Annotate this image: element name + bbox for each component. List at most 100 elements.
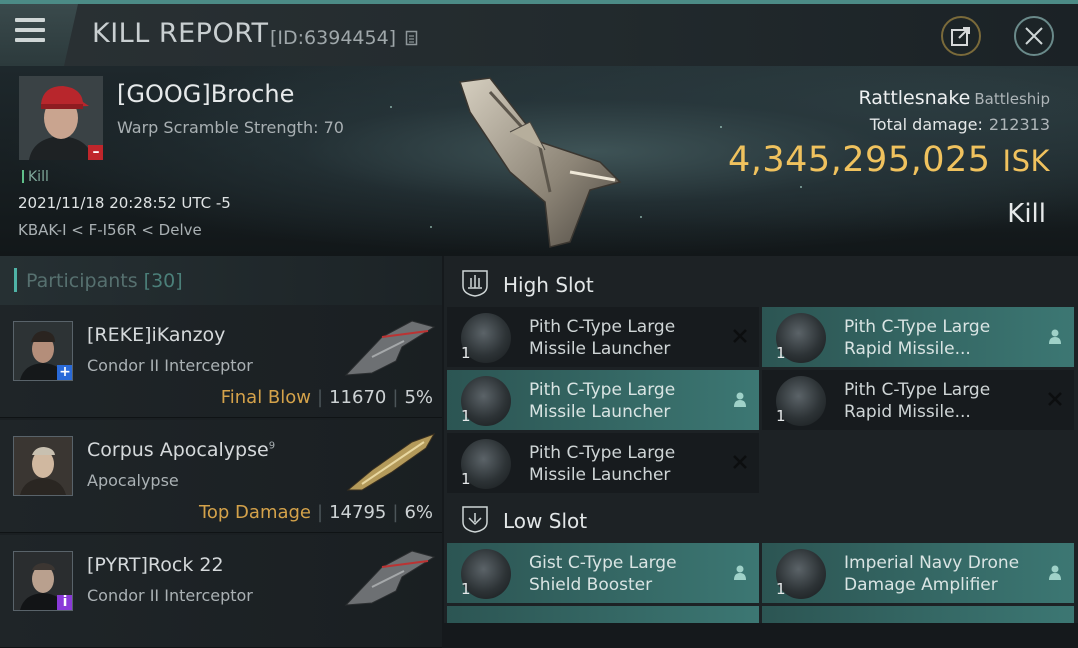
high-slot-icon [462, 270, 488, 297]
destroyed-icon [733, 455, 747, 469]
ship-class: Battleship [974, 90, 1050, 108]
victim-name[interactable]: [GOOG]Broche [117, 80, 294, 108]
divider: | [392, 387, 399, 408]
participant-ship-image[interactable] [342, 547, 438, 609]
low-slot-label: Low Slot [503, 509, 588, 533]
final-blow-label: Final Blow [220, 387, 312, 408]
participant-portrait[interactable] [13, 436, 73, 496]
module-quantity: 1 [776, 580, 786, 598]
module-item-partial[interactable] [447, 606, 759, 623]
close-button[interactable] [1014, 16, 1054, 56]
title-bar: KILL REPORT [ID:6394454] [0, 0, 1078, 66]
participant-portrait[interactable]: i [13, 551, 73, 611]
participant-row[interactable]: + [REKE]iKanzoy Condor II Interceptor Fi… [0, 305, 442, 418]
module-item-partial[interactable] [762, 606, 1074, 623]
victim-portrait[interactable]: – [19, 76, 103, 160]
module-quantity: 1 [461, 344, 471, 362]
pilot-portrait-image [14, 437, 72, 495]
background-star [800, 186, 802, 188]
module-item[interactable]: 1 Pith C-Type Large Rapid Missile... [762, 370, 1074, 430]
module-item[interactable]: 1 Pith C-Type Large Missile Launcher [447, 370, 759, 430]
dropped-pilot-icon [734, 565, 746, 580]
low-slot-header[interactable]: Low Slot [444, 495, 1078, 543]
menu-line-icon [15, 18, 45, 22]
kill-location[interactable]: KBAK-I < F-I56R < Delve [18, 221, 202, 239]
menu-line-icon [15, 38, 45, 42]
top-damage-label: Top Damage [198, 502, 312, 523]
total-damage: Total damage: 212313 [870, 115, 1050, 134]
background-star [430, 226, 432, 228]
warp-scramble-strength: Warp Scramble Strength: 70 [117, 118, 344, 137]
participant-portrait[interactable]: + [13, 321, 73, 381]
background-star [640, 216, 642, 218]
victim-ship-type[interactable]: Rattlesnake Battleship [858, 87, 1050, 109]
module-name: Pith C-Type Large Rapid Missile... [844, 317, 991, 359]
ship-name: Rattlesnake [858, 87, 971, 109]
corp-standing-icon: i [57, 595, 72, 610]
page-title: KILL REPORT [92, 18, 269, 49]
module-item[interactable]: 1 Pith C-Type Large Rapid Missile... [762, 307, 1074, 367]
participant-row[interactable]: i [PYRT]Rock 22 Condor II Interceptor [0, 535, 442, 648]
kill-type-label: Kill [1007, 199, 1046, 229]
module-quantity: 1 [461, 407, 471, 425]
participant-name[interactable]: Corpus Apocalypse9 [87, 439, 275, 461]
isk-unit: ISK [1002, 144, 1050, 178]
divider: | [317, 387, 324, 408]
dropped-pilot-icon [734, 392, 746, 407]
total-damage-value: 212313 [988, 115, 1050, 134]
external-link-icon [951, 27, 970, 46]
fleet-standing-icon: + [57, 365, 72, 380]
participant-ship-image[interactable] [342, 317, 438, 379]
participant-row[interactable]: Corpus Apocalypse9 Apocalypse Top Damage… [0, 420, 442, 533]
module-name: Pith C-Type Large Missile Launcher [529, 380, 676, 422]
menu-line-icon [15, 28, 45, 32]
victim-banner: – [GOOG]Broche Warp Scramble Strength: 7… [0, 66, 1078, 256]
module-name: Pith C-Type Large Missile Launcher [529, 443, 676, 485]
hostile-standing-icon: – [88, 145, 103, 160]
background-star [390, 106, 392, 108]
participant-stats: Final Blow | 11670 | 5% [221, 387, 433, 408]
kill-timestamp: 2021/11/18 20:28:52 UTC -5 [18, 194, 231, 212]
isk-value: 4,345,295,025 ISK [728, 140, 1050, 180]
share-link-button[interactable] [941, 16, 981, 56]
module-item[interactable]: 1 Pith C-Type Large Missile Launcher [447, 433, 759, 493]
participant-damage: 14795 [329, 502, 387, 523]
participants-header[interactable]: Participants [30] [0, 256, 442, 305]
module-quantity: 1 [461, 580, 471, 598]
participant-name[interactable]: [REKE]iKanzoy [87, 324, 225, 346]
kill-id: [ID:6394454] [270, 27, 419, 49]
participants-title: Participants [30] [26, 270, 183, 292]
low-slot-icon [462, 506, 488, 533]
hamburger-menu-button[interactable] [0, 4, 78, 66]
module-name: Gist C-Type Large Shield Booster [529, 553, 677, 595]
participants-label: Participants [26, 270, 138, 292]
high-slot-header[interactable]: High Slot [444, 259, 1078, 307]
section-accent-bar [14, 268, 17, 292]
participant-superscript: 9 [268, 440, 276, 452]
participant-damage: 11670 [329, 387, 387, 408]
dropped-pilot-icon [1049, 565, 1061, 580]
module-name: Imperial Navy Drone Damage Amplifier [844, 553, 1020, 595]
participant-name[interactable]: [PYRT]Rock 22 [87, 554, 224, 576]
participants-panel: Participants [30] + [REKE]iKanzoy Condor… [0, 256, 442, 648]
participant-damage-percent: 5% [404, 387, 433, 408]
module-item[interactable]: 1 Pith C-Type Large Missile Launcher [447, 307, 759, 367]
destroyed-icon [733, 329, 747, 343]
participant-ship: Apocalypse [87, 471, 179, 490]
destroyed-icon [1048, 392, 1062, 406]
module-quantity: 1 [776, 344, 786, 362]
background-star [720, 126, 722, 128]
module-item[interactable]: 1 Imperial Navy Drone Damage Amplifier [762, 543, 1074, 603]
participant-name-text: Corpus Apocalypse [87, 439, 269, 461]
total-damage-label: Total damage: [869, 115, 983, 134]
module-name: Pith C-Type Large Missile Launcher [529, 317, 676, 359]
copy-icon[interactable] [405, 28, 419, 46]
participant-ship-image[interactable] [342, 432, 438, 494]
victim-ship-image[interactable] [450, 72, 640, 252]
isk-amount: 4,345,295,025 [727, 140, 991, 180]
fitting-panel: High Slot 1 Pith C-Type Large Missile La… [444, 256, 1078, 623]
module-item[interactable]: 1 Gist C-Type Large Shield Booster [447, 543, 759, 603]
dropped-pilot-icon [1049, 329, 1061, 344]
kill-id-text: [ID:6394454] [270, 27, 397, 49]
high-slot-label: High Slot [503, 273, 594, 297]
